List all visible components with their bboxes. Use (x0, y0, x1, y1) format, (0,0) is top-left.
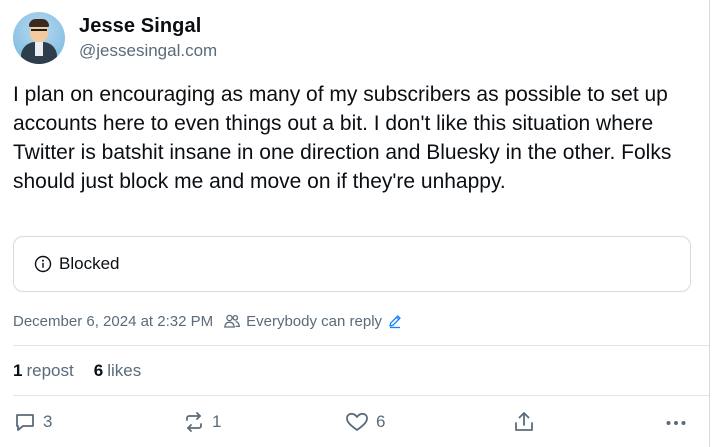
repost-icon (186, 412, 202, 432)
like-icon (346, 412, 368, 431)
pencil-icon[interactable] (387, 313, 403, 329)
likes-stat[interactable]: 6 likes (94, 361, 141, 381)
reposts-label: repost (26, 361, 74, 380)
divider (13, 345, 709, 346)
reposts-count: 1 (13, 361, 23, 380)
like-button[interactable]: 6 (344, 410, 385, 434)
author-block: Jesse Singal @jessesingal.com (79, 12, 217, 62)
author-name[interactable]: Jesse Singal (79, 14, 217, 38)
post-timestamp[interactable]: December 6, 2024 at 2:32 PM (13, 313, 213, 330)
likes-label: likes (107, 361, 142, 380)
repost-count: 1 (212, 412, 222, 431)
divider (13, 395, 709, 396)
right-border (709, 0, 710, 447)
like-count: 6 (376, 412, 386, 431)
people-icon (224, 314, 241, 328)
author-handle[interactable]: @jessesingal.com (79, 40, 217, 62)
post-text: I plan on encouraging as many of my subs… (13, 83, 672, 193)
reply-button[interactable]: 3 (13, 410, 52, 434)
share-icon (515, 412, 533, 431)
reposts-stat[interactable]: 1 repost (13, 361, 74, 381)
post-header: Jesse Singal @jessesingal.com (13, 12, 217, 64)
avatar[interactable] (13, 12, 65, 64)
post-stats: 1 repost 6 likes (13, 361, 141, 381)
repost-button[interactable]: 1 (182, 410, 221, 434)
reply-count: 3 (43, 412, 53, 431)
share-button[interactable] (512, 410, 536, 434)
info-icon (34, 255, 52, 273)
more-icon (666, 421, 686, 425)
reply-icon (16, 414, 34, 431)
reply-setting[interactable]: Everybody can reply (246, 313, 382, 330)
more-button[interactable] (664, 410, 688, 434)
post-meta: December 6, 2024 at 2:32 PM Everybody ca… (13, 312, 403, 330)
action-bar: 3 1 6 (0, 410, 709, 440)
blocked-label: Blocked (59, 254, 120, 273)
blocked-embed: Blocked (13, 236, 691, 292)
likes-count: 6 (93, 361, 104, 380)
